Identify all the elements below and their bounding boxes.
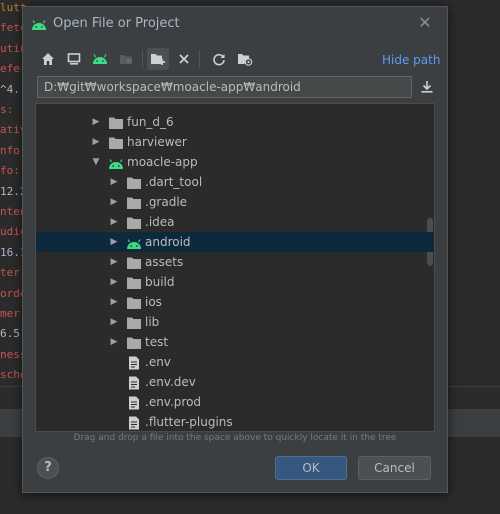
tree-row[interactable]: ▶ fun_d_6 [36,112,434,132]
show-hidden-icon[interactable] [234,48,256,70]
folder-icon [126,195,142,209]
folder-icon [126,315,142,329]
open-file-dialog: Open File or Project ✕ Hide path D:₩git₩… [22,6,448,493]
folder-icon [108,115,124,129]
folder-icon [126,335,142,349]
tree-row[interactable]: ▶ .gradle [36,192,434,212]
tree-row-label: fun_d_6 [127,115,174,129]
tree-row-label: build [145,275,175,289]
folder-icon [108,135,124,149]
collapse-arrow-icon[interactable]: ▶ [108,212,120,232]
tree-row-label: .env.dev [145,375,196,389]
desktop-icon[interactable] [63,48,85,70]
dialog-toolbar [37,48,297,70]
folder-icon [126,175,142,189]
collapse-arrow-icon[interactable]: ▶ [108,252,120,272]
android-icon [108,155,124,169]
tree-row-label: moacle-app [127,155,198,169]
tree-row-label: .flutter-plugins [145,415,233,429]
new-folder-icon[interactable] [147,48,169,70]
collapse-arrow-icon[interactable]: ▶ [108,232,120,252]
file-icon [126,355,142,370]
tree-row-label: .env.prod [145,395,202,409]
delete-icon[interactable] [173,48,195,70]
path-input[interactable] [37,76,412,98]
tree-row[interactable]: ▶ test [36,332,434,352]
tree-row-label: .idea [145,215,175,229]
tree-row[interactable]: ▶ .idea [36,212,434,232]
drag-drop-hint: Drag and drop a file into the space abov… [73,433,397,443]
android-logo-icon [31,16,47,35]
collapse-arrow-icon[interactable]: ▶ [108,312,120,332]
tree-row-label: android [145,235,191,249]
folder-icon [126,275,142,289]
tree-row-selected[interactable]: ▶ android [36,232,434,252]
collapse-arrow-icon[interactable]: ▶ [108,272,120,292]
tree-row[interactable]: ▶ lib [36,312,434,332]
tree-row[interactable]: ▶ ios [36,292,434,312]
file-icon [126,375,142,390]
collapse-arrow-icon[interactable]: ▶ [90,132,102,152]
collapse-arrow-icon[interactable]: ▶ [108,292,120,312]
folder-icon [126,215,142,229]
hide-path-link[interactable]: Hide path [382,53,440,67]
tree-row-label: ios [145,295,162,309]
tree-row-label: lib [145,315,160,329]
tree-row-label: assets [145,255,184,269]
collapse-arrow-icon[interactable]: ▶ [108,332,120,352]
tree-row-label: .env [145,355,171,369]
help-button[interactable]: ? [37,457,59,479]
toolbar-separator [142,50,143,68]
file-icon [126,415,142,430]
file-tree[interactable]: ▶ fun_d_6 ▶ harviewer ▼ moacle-app ▶ .dart_tool… [35,103,435,432]
tree-row[interactable]: .flutter-plugins [36,412,434,431]
file-icon [126,395,142,410]
tree-row[interactable]: .env.prod [36,392,434,412]
folder-icon [126,255,142,269]
module-icon[interactable] [115,48,137,70]
tree-row[interactable]: ▶ build [36,272,434,292]
home-icon[interactable] [37,48,59,70]
folder-icon [126,295,142,309]
ok-button[interactable]: OK [275,456,347,480]
cancel-button[interactable]: Cancel [358,456,431,480]
toolbar-separator [199,50,200,68]
tree-row[interactable]: .env.dev [36,372,434,392]
collapse-arrow-icon[interactable]: ▶ [108,192,120,212]
tree-row[interactable]: ▼ moacle-app [36,152,434,172]
tree-row-label: .gradle [145,195,188,209]
android-project-icon[interactable] [89,48,111,70]
tree-row-label: .dart_tool [145,175,203,189]
tree-row[interactable]: .env [36,352,434,372]
refresh-icon[interactable] [208,48,230,70]
android-icon [126,235,142,249]
dialog-title: Open File or Project [53,16,180,31]
tree-row[interactable]: ▶ .dart_tool [36,172,434,192]
tree-row[interactable]: ▶ harviewer [36,132,434,152]
close-icon[interactable]: ✕ [415,13,435,33]
download-icon[interactable] [417,77,437,97]
tree-row-label: harviewer [127,135,187,149]
collapse-arrow-icon[interactable]: ▶ [90,112,102,132]
expand-arrow-icon[interactable]: ▼ [90,152,102,172]
collapse-arrow-icon[interactable]: ▶ [108,172,120,192]
tree-row-label: test [145,335,169,349]
dialog-titlebar[interactable]: Open File or Project ✕ [23,7,447,39]
tree-row[interactable]: ▶ assets [36,252,434,272]
